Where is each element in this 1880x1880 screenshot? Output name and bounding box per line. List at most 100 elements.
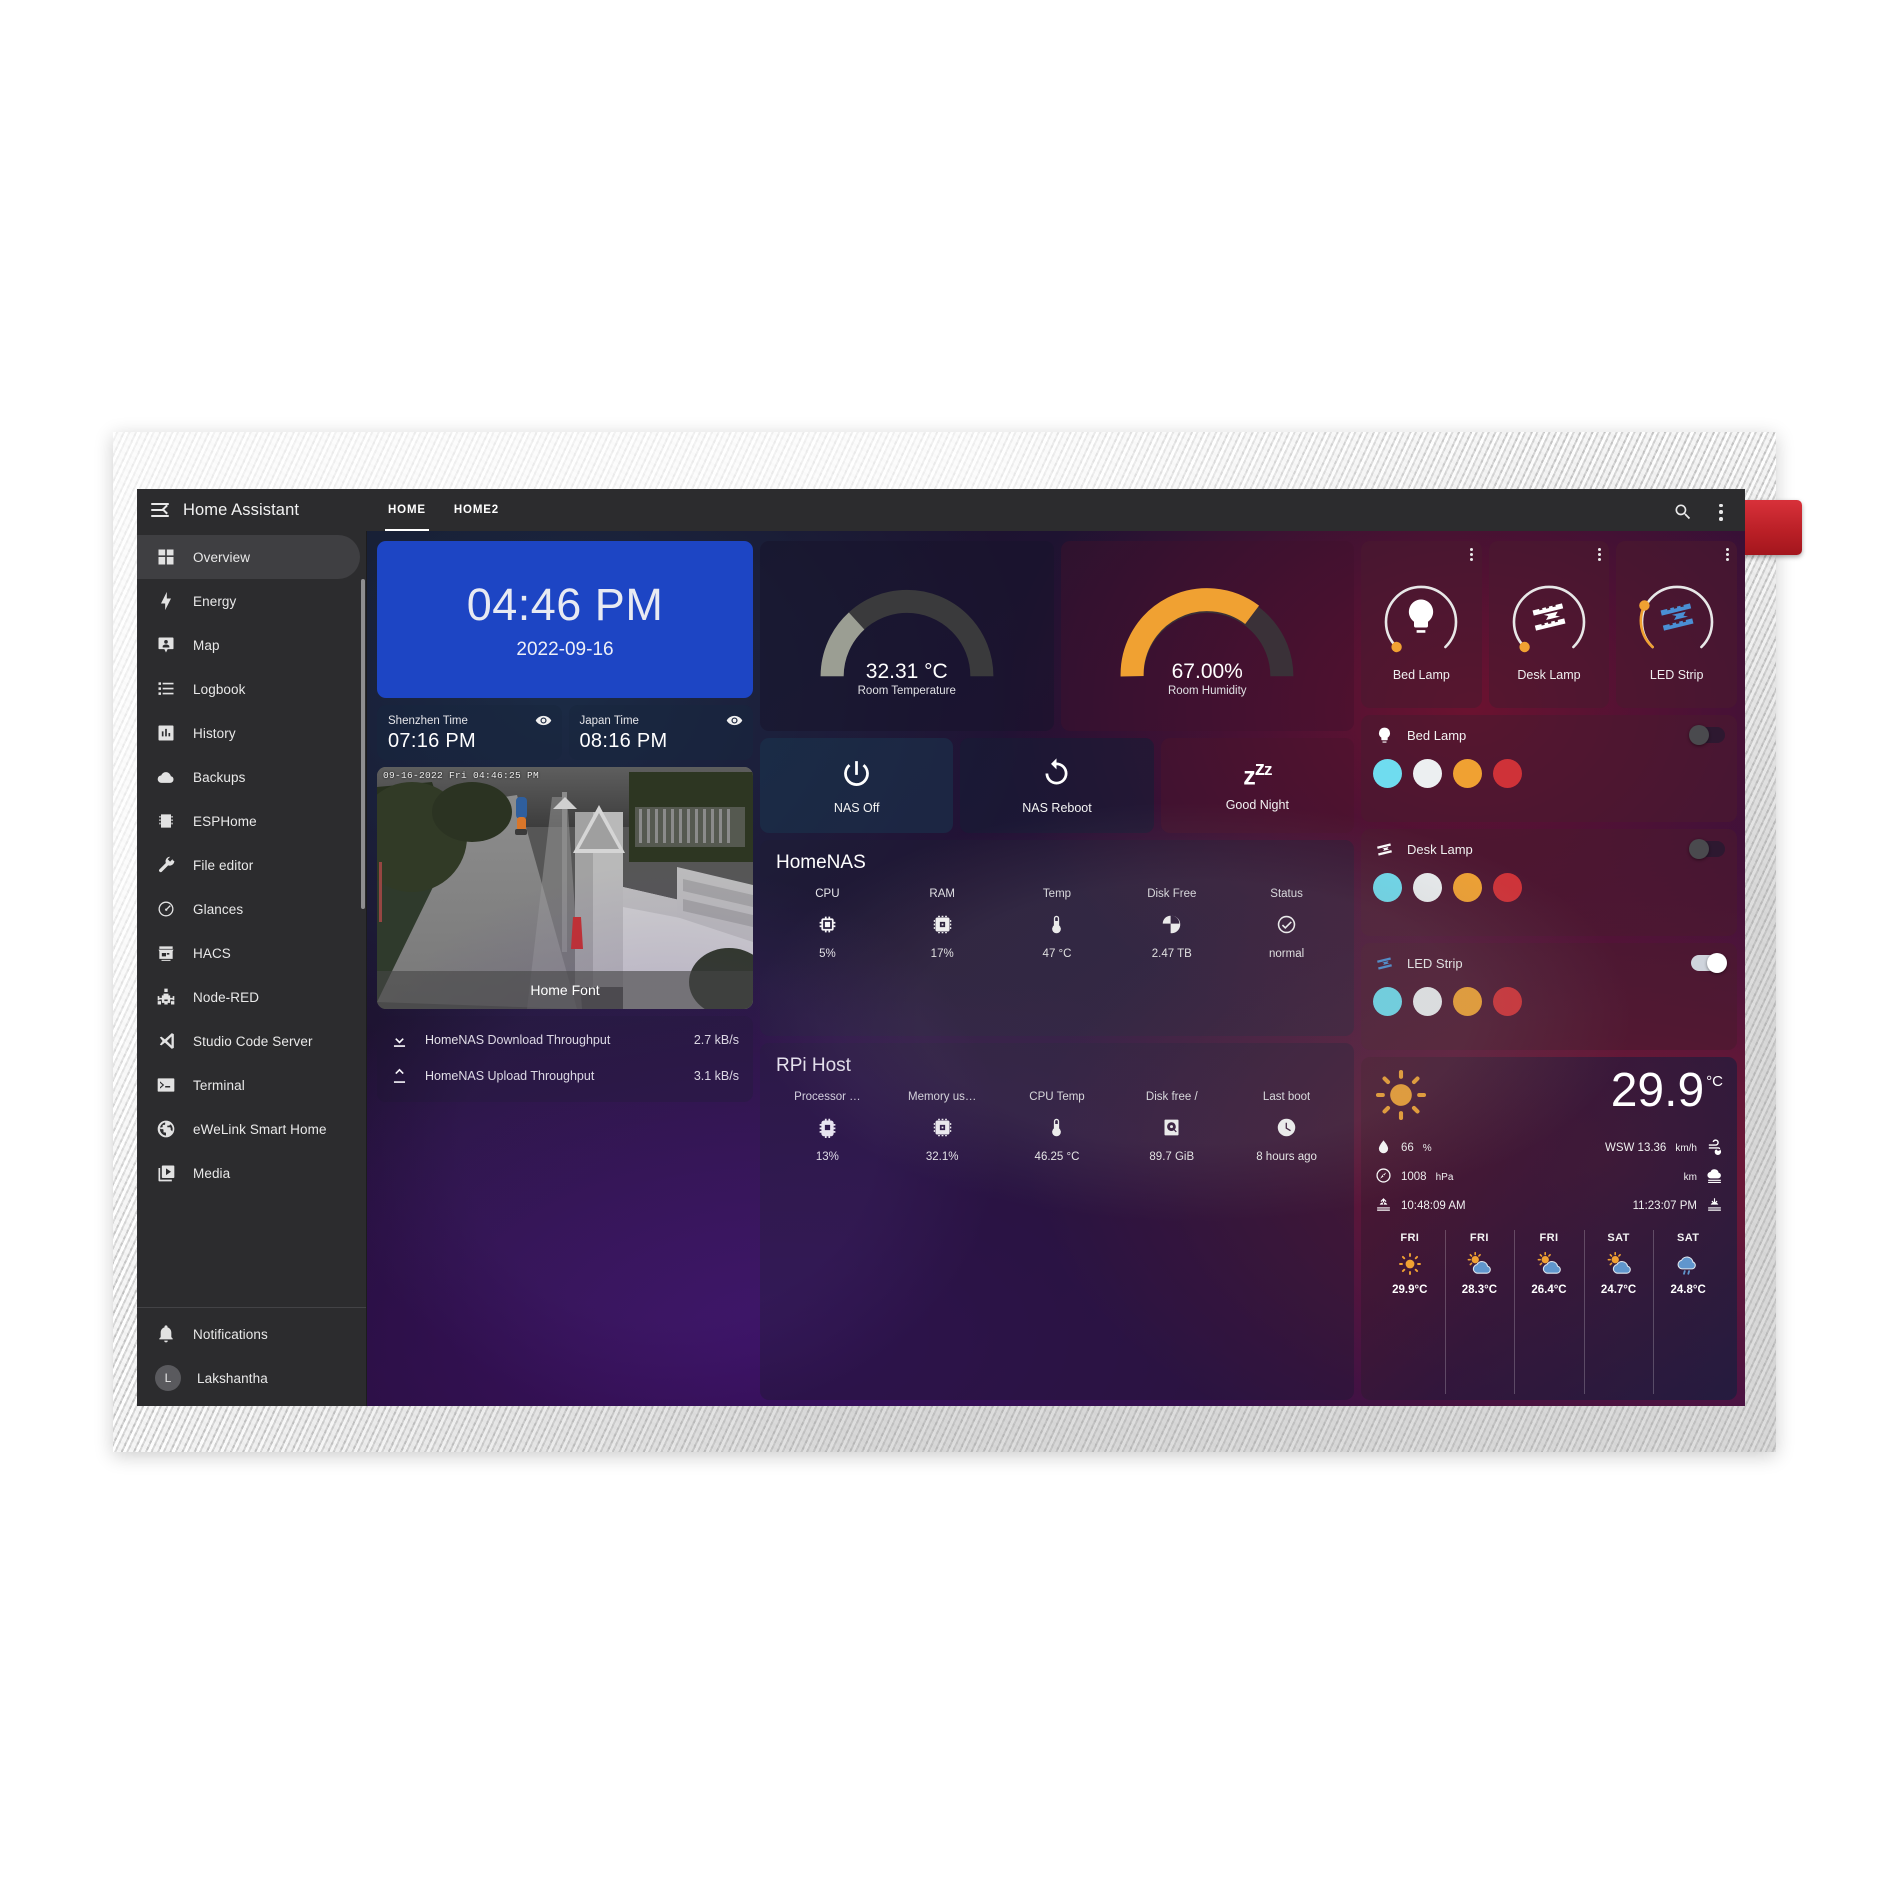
glance-item-cpu[interactable]: CPU 5%	[770, 888, 885, 960]
sidebar-item-terminal[interactable]: Terminal	[137, 1063, 360, 1107]
app-title: Home Assistant	[183, 500, 300, 519]
more-vertical-icon[interactable]	[1470, 548, 1474, 561]
sidebar-item-node-red[interactable]: Node-RED	[137, 975, 360, 1019]
sidebar-item-user-profile[interactable]: L Lakshantha	[137, 1356, 360, 1400]
search-icon[interactable]	[1673, 502, 1693, 522]
brightness-dial[interactable]	[1507, 575, 1591, 659]
light-tile-row: Bed Lamp Desk Lamp LED Strip	[1361, 541, 1738, 708]
color-swatch-white[interactable]	[1413, 873, 1442, 902]
format-list-icon	[155, 678, 177, 700]
sidebar-scrollbar[interactable]	[361, 579, 365, 909]
color-swatch-red[interactable]	[1493, 987, 1522, 1016]
more-vertical-icon[interactable]	[1598, 548, 1602, 561]
glance-header: Temp	[1042, 888, 1072, 900]
sidebar-item-label: Overview	[193, 549, 251, 565]
color-swatch-red[interactable]	[1493, 873, 1522, 902]
sidebar-item-media[interactable]: Media	[137, 1151, 360, 1195]
color-swatch-cyan[interactable]	[1373, 987, 1402, 1016]
nas-reboot-button[interactable]: NAS Reboot	[960, 738, 1154, 833]
color-swatch-red[interactable]	[1493, 759, 1522, 788]
gauge-room-temperature[interactable]: 32.31 °C Room Temperature	[760, 541, 1054, 731]
color-swatch-orange[interactable]	[1453, 873, 1482, 902]
weather-sunset: 11:23:07 PM	[1633, 1196, 1723, 1216]
world-clock-time: 07:16 PM	[388, 730, 477, 752]
eye-icon[interactable]	[535, 712, 552, 729]
glance-item-disk-free-root[interactable]: Disk free / 89.7 GiB	[1114, 1091, 1229, 1163]
glance-item-temp[interactable]: Temp 47 °C	[1000, 888, 1115, 960]
glance-header: Memory us…	[908, 1091, 977, 1103]
light-toggle[interactable]	[1689, 725, 1725, 745]
light-tile-led-strip[interactable]: LED Strip	[1616, 541, 1738, 708]
glance-value: 2.47 TB	[1151, 948, 1192, 960]
camera-card[interactable]: 09-16-2022 Fri 04:46:25 PM Home Font	[377, 767, 753, 1009]
forecast-day-label: FRI	[1400, 1232, 1420, 1244]
sidebar-item-esphome[interactable]: ESPHome	[137, 799, 360, 843]
glance-value: 46.25 °C	[1034, 1151, 1080, 1163]
eye-icon[interactable]	[726, 712, 743, 729]
color-swatch-white[interactable]	[1413, 759, 1442, 788]
chip-icon	[155, 810, 177, 832]
glance-item-memory-use[interactable]: Memory us… 32.1%	[885, 1091, 1000, 1163]
nas-off-button[interactable]: NAS Off	[760, 738, 954, 833]
world-clock-time: 08:16 PM	[579, 730, 668, 752]
sidebar-item-energy[interactable]: Energy	[137, 579, 360, 623]
color-swatch-cyan[interactable]	[1373, 759, 1402, 788]
sidebar-item-map[interactable]: Map	[137, 623, 360, 667]
light-toggle[interactable]	[1691, 953, 1727, 973]
gauge-icon	[155, 898, 177, 920]
sidebar-item-studio-code-server[interactable]: Studio Code Server	[137, 1019, 360, 1063]
screen-body: Overview Energy Map Logbook History Back…	[137, 531, 1745, 1406]
tab-home2[interactable]: HOME2	[451, 489, 502, 531]
wind-icon	[1706, 1138, 1723, 1158]
avatar: L	[155, 1365, 181, 1391]
sidebar-item-notifications[interactable]: Notifications	[137, 1312, 360, 1356]
sidebar-item-logbook[interactable]: Logbook	[137, 667, 360, 711]
glance-item-processor-use[interactable]: Processor … 13%	[770, 1091, 885, 1163]
world-clock-japan[interactable]: Japan Time 08:16 PM	[568, 705, 753, 760]
color-swatch-cyan[interactable]	[1373, 873, 1402, 902]
good-night-button[interactable]: zzz Good Night	[1160, 738, 1354, 833]
throughput-row-download[interactable]: HomeNAS Download Throughput 2.7 kB/s	[389, 1022, 739, 1058]
glance-item-status[interactable]: Status normal	[1229, 888, 1344, 960]
sidebar-item-label: Notifications	[193, 1326, 268, 1342]
color-swatch-orange[interactable]	[1453, 987, 1482, 1016]
sidebar-item-glances[interactable]: Glances	[137, 887, 360, 931]
sidebar-item-backups[interactable]: Backups	[137, 755, 360, 799]
light-tile-bed-lamp[interactable]: Bed Lamp	[1361, 541, 1482, 708]
weather-visibility: km	[1684, 1167, 1723, 1187]
color-swatch-orange[interactable]	[1453, 759, 1482, 788]
glance-grid: Processor … 13% Memory us… 32.1% CPU Tem…	[770, 1091, 1344, 1163]
light-tile-desk-lamp[interactable]: Desk Lamp	[1488, 541, 1610, 708]
harddisk-icon	[1161, 1115, 1182, 1139]
brightness-dial[interactable]	[1635, 575, 1719, 659]
check-circle-icon	[1276, 912, 1297, 936]
tab-home[interactable]: HOME	[385, 489, 429, 531]
menu-collapse-icon[interactable]	[151, 503, 172, 517]
sidebar-item-file-editor[interactable]: File editor	[137, 843, 360, 887]
color-swatch-row	[1373, 873, 1725, 902]
brightness-dial[interactable]	[1379, 575, 1463, 659]
gauge-dial: 32.31 °C	[817, 586, 997, 683]
glance-item-ram[interactable]: RAM 17%	[885, 888, 1000, 960]
sidebar-item-label: Node-RED	[193, 989, 260, 1005]
device-photo: Home Assistant HOME HOME2 Overview Energ…	[0, 0, 1880, 1880]
bulb-icon	[1379, 575, 1463, 659]
light-control-name: LED Strip	[1407, 955, 1463, 971]
glance-item-last-boot[interactable]: Last boot 8 hours ago	[1229, 1091, 1344, 1163]
glance-title: RPi Host	[776, 1055, 851, 1076]
nas-off-label: NAS Off	[833, 800, 880, 815]
color-swatch-white[interactable]	[1413, 987, 1442, 1016]
more-vertical-icon[interactable]	[1711, 502, 1731, 522]
world-clock-shenzhen[interactable]: Shenzhen Time 07:16 PM	[377, 705, 562, 760]
sidebar-item-history[interactable]: History	[137, 711, 360, 755]
light-toggle[interactable]	[1689, 839, 1725, 859]
sidebar-item-hacs[interactable]: HACS	[137, 931, 360, 975]
sidebar-item-overview[interactable]: Overview	[137, 535, 360, 579]
glance-item-disk-free[interactable]: Disk Free 2.47 TB	[1114, 888, 1229, 960]
glance-item-cpu-temp[interactable]: CPU Temp 46.25 °C	[1000, 1091, 1115, 1163]
gauge-room-humidity[interactable]: 67.00% Room Humidity	[1060, 541, 1354, 731]
throughput-row-upload[interactable]: HomeNAS Upload Throughput 3.1 kB/s	[389, 1058, 739, 1094]
memory-icon	[817, 912, 838, 936]
more-vertical-icon[interactable]	[1725, 548, 1730, 561]
sidebar-item-ewelink-smart-home[interactable]: eWeLink Smart Home	[137, 1107, 360, 1151]
